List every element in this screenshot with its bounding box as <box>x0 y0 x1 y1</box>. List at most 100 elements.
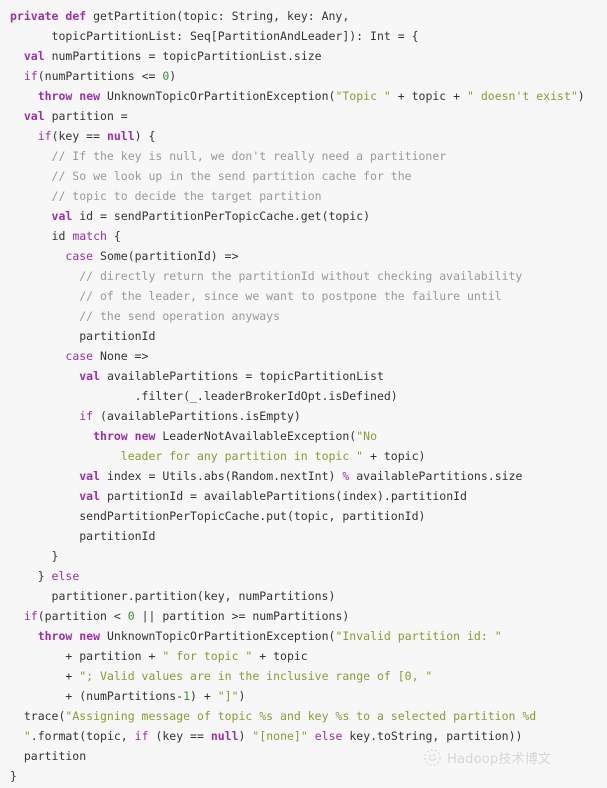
code-line: val partitionId = availablePartitions(in… <box>10 486 607 506</box>
code-token-str: " <box>23 729 31 743</box>
code-token-plain: partitionId = availablePartitions(index)… <box>100 489 467 503</box>
code-line: trace("Assigning message of topic %s and… <box>10 706 607 726</box>
code-token-plain: (key == <box>51 129 107 143</box>
code-token-str: "]" <box>217 689 239 703</box>
code-line: + "; Valid values are in the inclusive r… <box>10 666 607 686</box>
code-token-kw: if <box>134 729 149 743</box>
code-token-plain: || partition >= numPartitions) <box>134 609 350 623</box>
code-line: + partition + " for topic " + topic <box>10 646 607 666</box>
code-line: case None => <box>10 346 607 366</box>
code-token-plain: partitioner.partition(key, numPartitions… <box>10 589 336 603</box>
code-token-str: "Invalid partition id: " <box>335 629 502 643</box>
code-token-plain: (numPartitions <= <box>37 69 163 83</box>
code-line: val partition = <box>10 106 607 126</box>
code-line: } else <box>10 566 607 586</box>
code-token-plain: ) <box>577 89 585 103</box>
code-token-com: // topic to decide the target partition <box>10 189 322 203</box>
code-token-kwb: val <box>23 109 45 123</box>
code-token-plain: None => <box>93 349 149 363</box>
code-line: partitioner.partition(key, numPartitions… <box>10 586 607 606</box>
code-token-str: leader for any partition in topic " <box>120 449 364 463</box>
code-line: val id = sendPartitionPerTopicCache.get(… <box>10 206 607 226</box>
code-token-plain: .filter(_.leaderBrokerIdOpt.isDefined) <box>10 389 398 403</box>
code-token-plain: } <box>10 549 59 563</box>
code-token-plain: + topic) <box>363 449 426 463</box>
code-line: partitionId <box>10 326 607 346</box>
code-token-str: "[none]" <box>252 729 308 743</box>
code-token-plain: partitionId <box>10 329 156 343</box>
code-token-kw: if <box>23 69 38 83</box>
code-line: } <box>10 546 607 566</box>
code-token-str: "No <box>356 429 378 443</box>
code-token-plain: + topic <box>252 649 308 663</box>
code-token-com: // directly return the partitionId witho… <box>10 269 523 283</box>
code-line: val availablePartitions = topicPartition… <box>10 366 607 386</box>
code-token-kwb: throw <box>37 629 73 643</box>
code-line: sendPartitionPerTopicCache.put(topic, pa… <box>10 506 607 526</box>
code-token-kwb: throw <box>37 89 73 103</box>
code-token-str: " for topic " <box>162 649 253 663</box>
code-token-plain: + <box>10 669 80 683</box>
code-token-kwb: val <box>79 369 101 383</box>
code-token-kwb: throw <box>93 429 128 443</box>
code-token-com: // So we look up in the send partition c… <box>10 169 412 183</box>
code-token-plain: key.toString, partition)) <box>342 729 523 743</box>
code-token-kwb: private <box>10 9 59 23</box>
code-line: if (availablePartitions.isEmpty) <box>10 406 607 426</box>
code-token-kw: case <box>65 249 94 263</box>
code-line: if(partition < 0 || partition >= numPart… <box>10 606 607 626</box>
code-token-plain: getPartition(topic: String, key: Any, <box>86 9 350 23</box>
code-token-com: // of the leader, since we want to postp… <box>10 289 502 303</box>
code-token-plain: id <box>10 229 73 243</box>
code-token-plain: availablePartitions.size <box>349 469 523 483</box>
code-token-kwb: val <box>23 49 45 63</box>
code-token-plain: partition = <box>44 109 128 123</box>
code-block: private def getPartition(topic: String, … <box>0 0 607 788</box>
code-token-plain: Some(partitionId) => <box>93 249 239 263</box>
code-token-plain: ) + <box>190 689 218 703</box>
code-line: throw new UnknownTopicOrPartitionExcepti… <box>10 86 607 106</box>
code-line: // So we look up in the send partition c… <box>10 166 607 186</box>
code-token-plain: ) <box>169 69 177 83</box>
code-token-str: "Assigning message of topic %s and key %… <box>65 709 537 723</box>
code-lines[interactable]: private def getPartition(topic: String, … <box>10 6 607 786</box>
code-token-plain: sendPartitionPerTopicCache.put(topic, pa… <box>10 509 426 523</box>
code-token-str: "Topic " <box>335 89 391 103</box>
code-token-kw: else <box>314 729 343 743</box>
code-token-kwb: new <box>134 429 156 443</box>
code-token-plain: trace( <box>10 709 66 723</box>
code-token-kwb: new <box>79 89 101 103</box>
code-line: val index = Utils.abs(Random.nextInt) % … <box>10 466 607 486</box>
code-token-kwb: val <box>79 489 101 503</box>
code-token-plain: UnknownTopicOrPartitionException( <box>100 89 336 103</box>
code-line: } <box>10 766 607 786</box>
code-token-kwb: val <box>51 209 73 223</box>
code-line: // the send operation anyways <box>10 306 607 326</box>
code-line: // If the key is null, we don't really n… <box>10 146 607 166</box>
code-line: case Some(partitionId) => <box>10 246 607 266</box>
code-token-kw: case <box>65 349 94 363</box>
code-token-plain: ) <box>238 689 246 703</box>
code-token-kw: if <box>79 409 94 423</box>
code-token-plain: LeaderNotAvailableException( <box>155 429 357 443</box>
code-line: + (numPartitions-1) + "]") <box>10 686 607 706</box>
code-token-com: // If the key is null, we don't really n… <box>10 149 447 163</box>
code-token-plain: } <box>10 769 17 783</box>
code-line: partitionId <box>10 526 607 546</box>
code-token-num: 1 <box>183 689 191 703</box>
code-token-str: " doesn't exist" <box>467 89 578 103</box>
